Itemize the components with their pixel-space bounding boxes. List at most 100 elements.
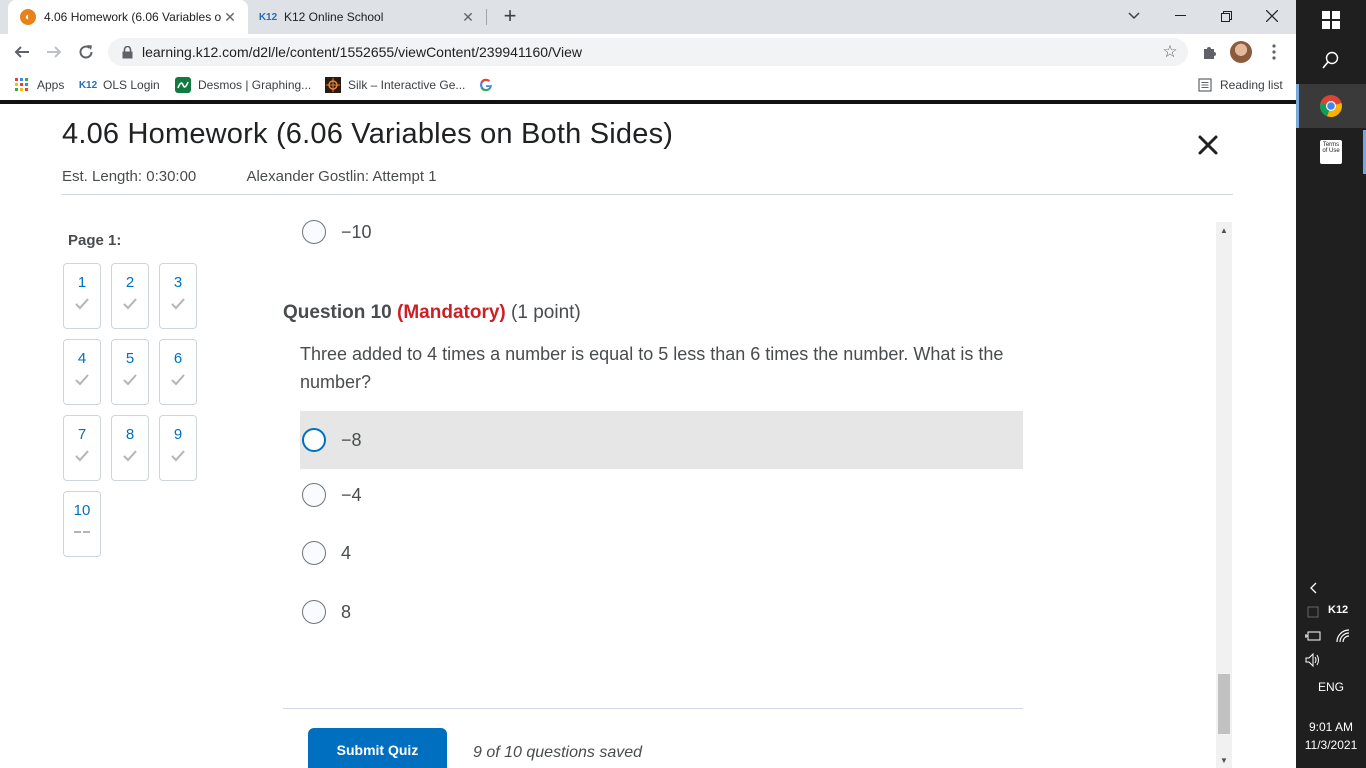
show-hidden-icons-chevron-icon[interactable]	[1296, 578, 1330, 598]
checkmark-icon	[112, 297, 148, 315]
silk-icon	[325, 77, 341, 93]
question-number: 10	[73, 502, 91, 519]
radio-button[interactable]	[302, 428, 326, 452]
question-nav-button[interactable]: 2	[111, 263, 149, 329]
close-quiz-icon[interactable]	[1194, 131, 1222, 159]
bookmark-apps[interactable]: Apps	[14, 76, 64, 94]
question-nav-button[interactable]: 9	[159, 415, 197, 481]
tab-homework[interactable]: ◐ 4.06 Homework (6.06 Variables o ✕	[8, 0, 248, 34]
save-status: 9 of 10 questions saved	[473, 744, 643, 761]
back-arrow-icon[interactable]	[8, 38, 36, 66]
unanswered-dash-icon	[64, 525, 100, 543]
checkmark-icon	[64, 373, 100, 391]
answer-option[interactable]: 8	[300, 583, 1023, 641]
restore-icon[interactable]	[1203, 0, 1249, 32]
chrome-icon	[1320, 95, 1342, 118]
checkmark-icon	[112, 373, 148, 391]
bookmark-ols-login[interactable]: K12 OLS Login	[79, 76, 160, 94]
option-label: −4	[341, 484, 362, 505]
radio-button[interactable]	[302, 541, 326, 565]
page-label: Page 1:	[68, 232, 122, 249]
reload-icon[interactable]	[72, 38, 100, 66]
question-nav-button[interactable]: 10	[63, 491, 101, 557]
close-tab-icon[interactable]: ✕	[460, 9, 476, 25]
question-number: 7	[77, 426, 87, 443]
tray-k12-label[interactable]: K12	[1328, 604, 1348, 616]
bookmark-star-icon[interactable]: ☆	[1160, 42, 1180, 62]
question-number: 3	[173, 274, 183, 291]
submit-quiz-button[interactable]: Submit Quiz	[308, 728, 447, 768]
close-tab-icon[interactable]: ✕	[222, 9, 238, 25]
scrollbar[interactable]: ▲ ▼	[1216, 222, 1232, 768]
question-nav-button[interactable]: 5	[111, 339, 149, 405]
search-icon	[1322, 51, 1339, 69]
question-nav-button[interactable]: 4	[63, 339, 101, 405]
page-title: 4.06 Homework (6.06 Variables on Both Si…	[62, 118, 674, 150]
tab-k12-online-school[interactable]: K12 K12 Online School ✕	[248, 0, 486, 34]
question-nav-button[interactable]: 6	[159, 339, 197, 405]
bookmarks-bar: Apps K12 OLS Login Desmos | Graphing... …	[0, 70, 1296, 100]
question-heading: Question 10 (Mandatory) (1 point)	[283, 302, 581, 324]
address-bar[interactable]: learning.k12.com/d2l/le/content/1552655/…	[108, 38, 1188, 66]
start-button[interactable]	[1296, 0, 1366, 40]
checkmark-icon	[112, 449, 148, 467]
tab-strip: ◐ 4.06 Homework (6.06 Variables o ✕ K12 …	[0, 0, 1296, 34]
points-label: (1 point)	[511, 302, 581, 323]
bookmark-desmos[interactable]: Desmos | Graphing...	[175, 76, 311, 94]
desmos-icon	[175, 77, 191, 93]
input-language[interactable]: ENG	[1296, 680, 1366, 694]
minimize-icon[interactable]	[1157, 0, 1203, 32]
tab-search-icon[interactable]	[1111, 0, 1157, 32]
answer-option[interactable]: −4	[300, 466, 1023, 524]
question-nav-button[interactable]: 8	[111, 415, 149, 481]
taskbar-chrome[interactable]	[1296, 84, 1366, 128]
terms-of-use-icon: Terms of Use	[1320, 140, 1342, 164]
extensions-puzzle-icon[interactable]	[1200, 42, 1220, 62]
volume-icon[interactable]	[1296, 650, 1330, 670]
checkmark-icon	[160, 449, 196, 467]
question-number: 1	[77, 274, 87, 291]
close-window-icon[interactable]	[1249, 0, 1295, 32]
question-nav-button[interactable]: 1	[63, 263, 101, 329]
clock-date: 11/3/2021	[1304, 738, 1358, 752]
estimated-length: Est. Length: 0:30:00	[62, 168, 197, 185]
option-label: −10	[341, 221, 372, 242]
clock-time: 9:01 AM	[1308, 720, 1354, 734]
bookmark-google[interactable]	[478, 76, 501, 94]
scroll-down-arrow-icon[interactable]: ▼	[1216, 752, 1232, 768]
tab-title: 4.06 Homework (6.06 Variables o	[44, 10, 222, 24]
windows-taskbar: Terms of Use ENG 9:01 AM 11/3/2021	[1296, 0, 1366, 768]
tray-app-icon[interactable]	[1296, 602, 1330, 622]
answer-option[interactable]: −10	[302, 220, 372, 244]
more-menu-icon[interactable]	[1264, 42, 1284, 62]
taskbar-terms-of-use[interactable]: Terms of Use	[1296, 130, 1366, 174]
divider	[62, 194, 1233, 195]
bookmark-label: Silk – Interactive Ge...	[348, 78, 466, 92]
radio-button[interactable]	[302, 600, 326, 624]
forward-arrow-icon[interactable]	[40, 38, 68, 66]
tab-title: K12 Online School	[284, 10, 384, 24]
question-nav-button[interactable]: 7	[63, 415, 101, 481]
question-number: 6	[173, 350, 183, 367]
new-tab-button[interactable]: +	[498, 5, 522, 29]
battery-icon[interactable]	[1296, 626, 1330, 646]
profile-avatar[interactable]	[1230, 41, 1252, 63]
question-number: 2	[125, 274, 135, 291]
wifi-icon[interactable]	[1326, 626, 1360, 646]
answer-option[interactable]: 4	[300, 524, 1023, 582]
reading-list-button[interactable]: Reading list	[1197, 76, 1283, 94]
tab-separator	[486, 9, 487, 25]
taskbar-clock[interactable]: 9:01 AM 11/3/2021	[1296, 718, 1366, 754]
radio-button[interactable]	[302, 483, 326, 507]
question-nav-button[interactable]: 3	[159, 263, 197, 329]
scrollbar-thumb[interactable]	[1218, 674, 1230, 734]
lock-icon[interactable]	[120, 45, 134, 59]
bookmark-silk[interactable]: Silk – Interactive Ge...	[325, 76, 465, 94]
answer-option[interactable]: −8	[300, 411, 1023, 469]
taskbar-search-button[interactable]	[1296, 40, 1366, 80]
radio-button[interactable]	[302, 220, 326, 244]
quiz-meta: Est. Length: 0:30:00 Alexander Gostlin: …	[62, 168, 437, 185]
scroll-up-arrow-icon[interactable]: ▲	[1216, 222, 1232, 238]
attempt-label: Alexander Gostlin: Attempt 1	[246, 168, 437, 185]
google-icon	[478, 77, 494, 93]
